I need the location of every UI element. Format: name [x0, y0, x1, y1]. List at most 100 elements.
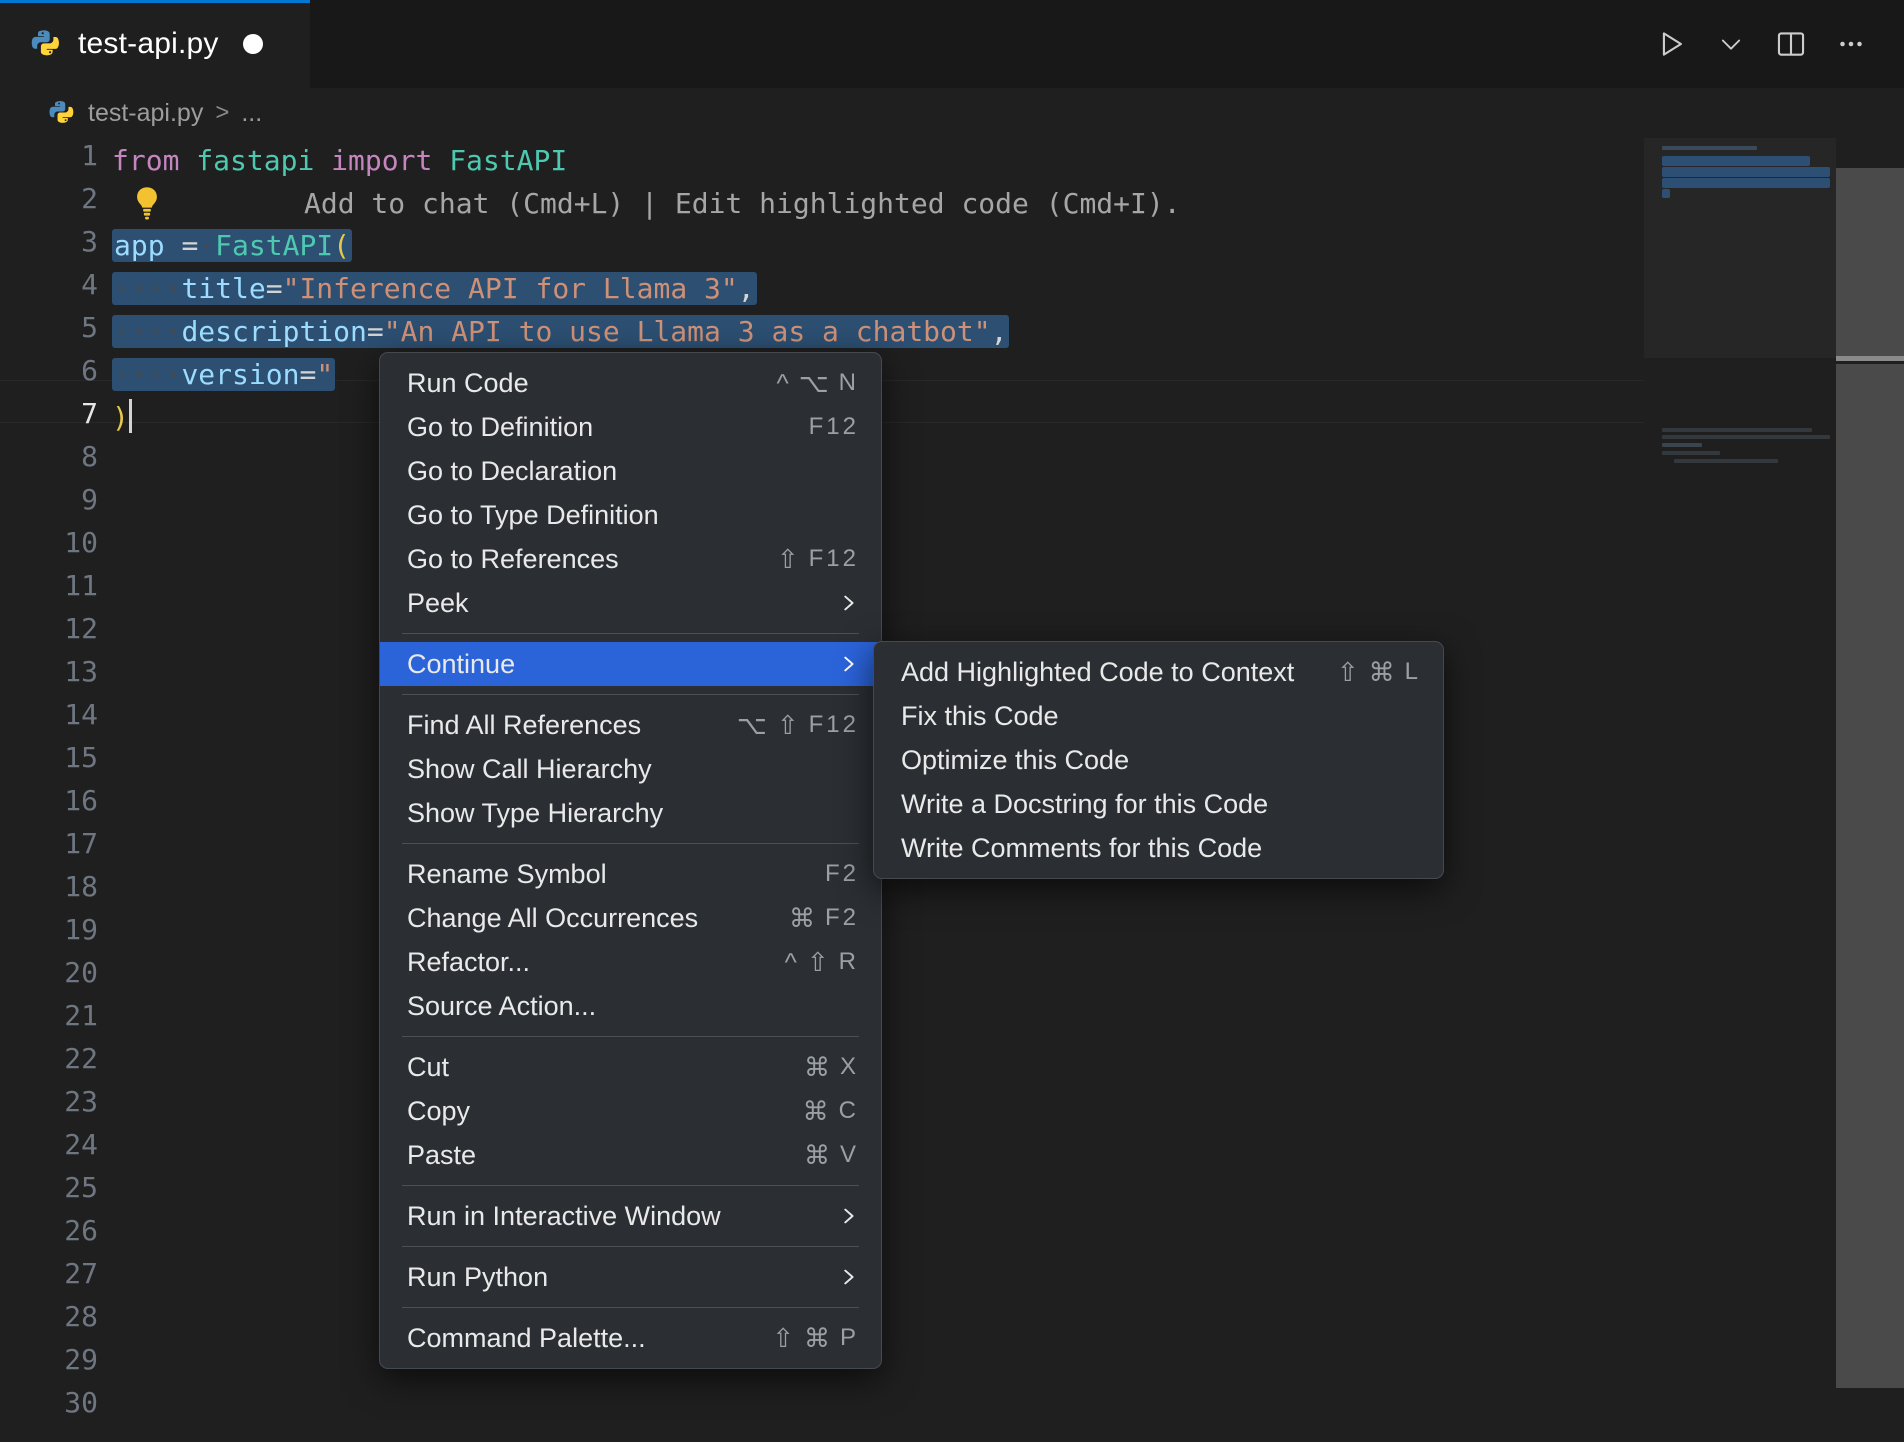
token-paren-close: ) [112, 401, 129, 434]
editor-tab-test-api-py[interactable]: test-api.py [0, 0, 310, 88]
split-editor-icon[interactable] [1764, 17, 1818, 71]
menu-item-label: Command Palette... [407, 1322, 646, 1353]
line-number-27: 27 [64, 1257, 98, 1290]
submenu-item-fix-this-code[interactable]: Fix this Code [874, 694, 1443, 738]
menu-item-label: Go to Type Definition [407, 499, 659, 530]
menu-item-show-type-hierarchy[interactable]: Show Type Hierarchy [380, 791, 881, 835]
line-number-22: 22 [64, 1042, 98, 1075]
menu-item-find-all-references[interactable]: Find All References ⌥ ⇧ F12 [380, 703, 881, 747]
submenu-item-write-comments-for-this-code[interactable]: Write Comments for this Code [874, 826, 1443, 870]
menu-item-paste[interactable]: Paste ⌘ V [380, 1133, 881, 1177]
chevron-right-icon [837, 590, 863, 616]
line-number-4: 4 [81, 268, 98, 301]
menu-item-label: Go to Definition [407, 411, 594, 442]
menu-item-change-all-occurrences[interactable]: Change All Occurrences ⌘ F2 [380, 896, 881, 940]
menu-item-label: Rename Symbol [407, 858, 607, 889]
token-variable-app: app [114, 229, 165, 262]
menu-item-shortcut: ⌘ V [803, 1139, 859, 1170]
code-line-6: ····version=" [112, 353, 336, 396]
menu-item-shortcut: ⌘ X [803, 1051, 859, 1082]
menu-item-shortcut: ⇧ ⌘ L [1336, 656, 1421, 687]
code-line-4: ····title="Inference API for Llama 3", [112, 267, 757, 310]
menu-item-shortcut: ⌘ C [802, 1095, 859, 1126]
unsaved-changes-dot[interactable] [242, 34, 263, 54]
submenu-item-add-highlighted-code-to-context[interactable]: Add Highlighted Code to Context ⇧ ⌘ L [874, 650, 1443, 694]
menu-item-label: Copy [407, 1095, 471, 1126]
menu-item-run-python[interactable]: Run Python [380, 1255, 881, 1299]
inline-hint-text[interactable]: Add to chat (Cmd+L) | Edit highlighted c… [304, 182, 1181, 225]
more-actions-button[interactable] [1824, 17, 1878, 71]
code-line-7: ) [112, 396, 132, 439]
line-number-8: 8 [81, 440, 98, 473]
menu-item-rename-symbol[interactable]: Rename Symbol F2 [380, 852, 881, 896]
line-number-3: 3 [81, 225, 98, 258]
line-number-30: 30 [64, 1386, 98, 1419]
selected-code-segment: ····title="Inference API for Llama 3", [112, 272, 757, 305]
continue-submenu[interactable]: Add Highlighted Code to Context ⇧ ⌘ L Fix th… [873, 641, 1444, 879]
inline-ai-hint[interactable]: Add to chat (Cmd+L) | Edit highlighted c… [130, 182, 1181, 225]
submenu-item-optimize-this-code[interactable]: Optimize this Code [874, 738, 1443, 782]
breadcrumb-overflow[interactable]: ... [241, 99, 262, 128]
menu-item-label: Show Call Hierarchy [407, 753, 652, 784]
line-number-28: 28 [64, 1300, 98, 1333]
editor-action-buttons [1644, 0, 1904, 88]
submenu-item-write-a-docstring-for-this-code[interactable]: Write a Docstring for this Code [874, 782, 1443, 826]
token-string-description: "An API to use Llama 3 as a chatbot" [383, 315, 991, 348]
line-number-15: 15 [64, 741, 98, 774]
menu-item-label: Fix this Code [901, 700, 1059, 731]
run-options-dropdown[interactable] [1704, 17, 1758, 71]
editor-scrollbar[interactable] [1836, 138, 1904, 1442]
token-arg-version: version [181, 358, 300, 391]
menu-item-label: Paste [407, 1139, 477, 1170]
menu-item-go-to-definition[interactable]: Go to Definition F12 [380, 405, 881, 449]
menu-item-shortcut: ^ ⇧ R [784, 946, 859, 977]
menu-item-command-palette[interactable]: Command Palette... ⇧ ⌘ P [380, 1316, 881, 1360]
menu-item-go-to-declaration[interactable]: Go to Declaration [380, 449, 881, 493]
selected-code-segment: ····version=" [112, 358, 336, 391]
menu-separator [402, 1307, 859, 1308]
menu-item-label: Refactor... [407, 946, 531, 977]
run-python-file-button[interactable] [1644, 17, 1698, 71]
line-number-21: 21 [64, 999, 98, 1032]
menu-item-label: Add Highlighted Code to Context [901, 656, 1295, 687]
line-number-2: 2 [81, 182, 98, 215]
line-number-9: 9 [81, 483, 98, 516]
editor-context-menu[interactable]: Run Code ^ ⌥ N Go to Definition F12 Go to Decl… [379, 352, 882, 1369]
chevron-right-icon [837, 651, 863, 677]
menu-separator [402, 1185, 859, 1186]
menu-item-continue[interactable]: Continue [380, 642, 881, 686]
menu-item-go-to-references[interactable]: Go to References ⇧ F12 [380, 537, 881, 581]
selected-code-segment: ····description="An API to use Llama 3 a… [112, 315, 1010, 348]
menu-item-refactor[interactable]: Refactor... ^ ⇧ R [380, 940, 881, 984]
menu-item-show-call-hierarchy[interactable]: Show Call Hierarchy [380, 747, 881, 791]
menu-separator [402, 633, 859, 634]
menu-item-shortcut: ⇧ F12 [776, 543, 859, 574]
lightbulb-icon[interactable] [130, 184, 164, 224]
menu-item-copy[interactable]: Copy ⌘ C [380, 1089, 881, 1133]
menu-item-shortcut: ⌘ F2 [788, 902, 859, 933]
line-number-10: 10 [64, 526, 98, 559]
menu-item-source-action[interactable]: Source Action... [380, 984, 881, 1028]
menu-item-cut[interactable]: Cut ⌘ X [380, 1045, 881, 1089]
breadcrumb-file[interactable]: test-api.py [88, 99, 203, 128]
menu-item-label: Go to References [407, 543, 619, 574]
code-line-5: ····description="An API to use Llama 3 a… [112, 310, 1010, 353]
line-number-16: 16 [64, 784, 98, 817]
menu-item-go-to-type-definition[interactable]: Go to Type Definition [380, 493, 881, 537]
code-line-1: from fastapi import FastAPI [112, 139, 567, 182]
line-number-6: 6 [81, 354, 98, 387]
menu-item-run-code[interactable]: Run Code ^ ⌥ N [380, 361, 881, 405]
menu-item-run-in-interactive-window[interactable]: Run in Interactive Window [380, 1194, 881, 1238]
menu-item-shortcut: F12 [808, 413, 859, 440]
python-file-icon [30, 28, 62, 60]
menu-item-label: Write Comments for this Code [901, 832, 1263, 863]
chevron-right-icon [837, 1203, 863, 1229]
menu-item-peek[interactable]: Peek [380, 581, 881, 625]
token-operator-equals: = [265, 272, 283, 305]
line-number-29: 29 [64, 1343, 98, 1376]
line-number-19: 19 [64, 913, 98, 946]
menu-item-shortcut: ⇧ ⌘ P [772, 1322, 859, 1353]
menu-item-label: Change All Occurrences [407, 902, 699, 933]
menu-item-label: Find All References [407, 709, 642, 740]
token-class-fastapi: FastAPI [449, 144, 568, 177]
